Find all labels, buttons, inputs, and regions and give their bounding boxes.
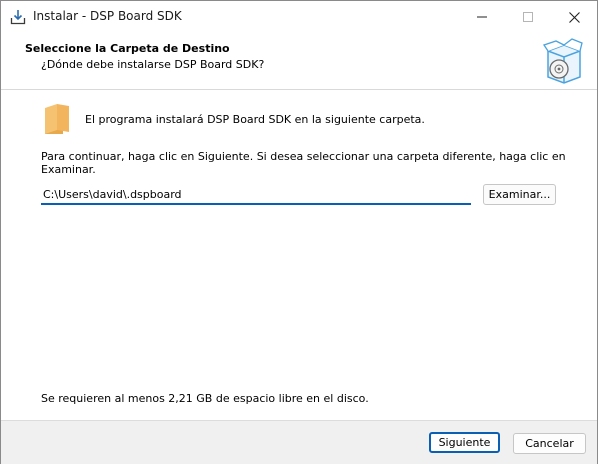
close-button[interactable] [551,1,597,33]
folder-icon [45,104,69,134]
cancel-button[interactable]: Cancelar [513,433,586,454]
maximize-icon [523,12,533,22]
installer-download-icon [10,10,26,25]
destination-info-text: El programa instalará DSP Board SDK en l… [85,113,425,126]
browse-button[interactable]: Examinar... [483,184,556,205]
disk-space-text: Se requieren al menos 2,21 GB de espacio… [41,392,369,405]
maximize-button[interactable] [505,1,551,33]
page-subtitle: ¿Dónde debe instalarse DSP Board SDK? [41,58,265,71]
page-title: Seleccione la Carpeta de Destino [25,42,230,55]
minimize-icon [477,16,487,18]
wizard-header: Seleccione la Carpeta de Destino ¿Dónde … [1,33,597,90]
close-icon [568,11,580,23]
minimize-button[interactable] [459,1,505,33]
wizard-content: El programa instalará DSP Board SDK en l… [1,90,597,420]
window-title: Instalar - DSP Board SDK [33,9,182,23]
software-box-disc-icon [542,38,583,84]
destination-path-input[interactable] [41,185,471,205]
installer-window: Instalar - DSP Board SDK Seleccione la C… [0,0,598,464]
next-button[interactable]: Siguiente [429,432,500,453]
title-bar[interactable]: Instalar - DSP Board SDK [1,1,597,33]
wizard-footer: Siguiente Cancelar [1,420,597,464]
instructions-text: Para continuar, haga clic en Siguiente. … [41,150,566,176]
